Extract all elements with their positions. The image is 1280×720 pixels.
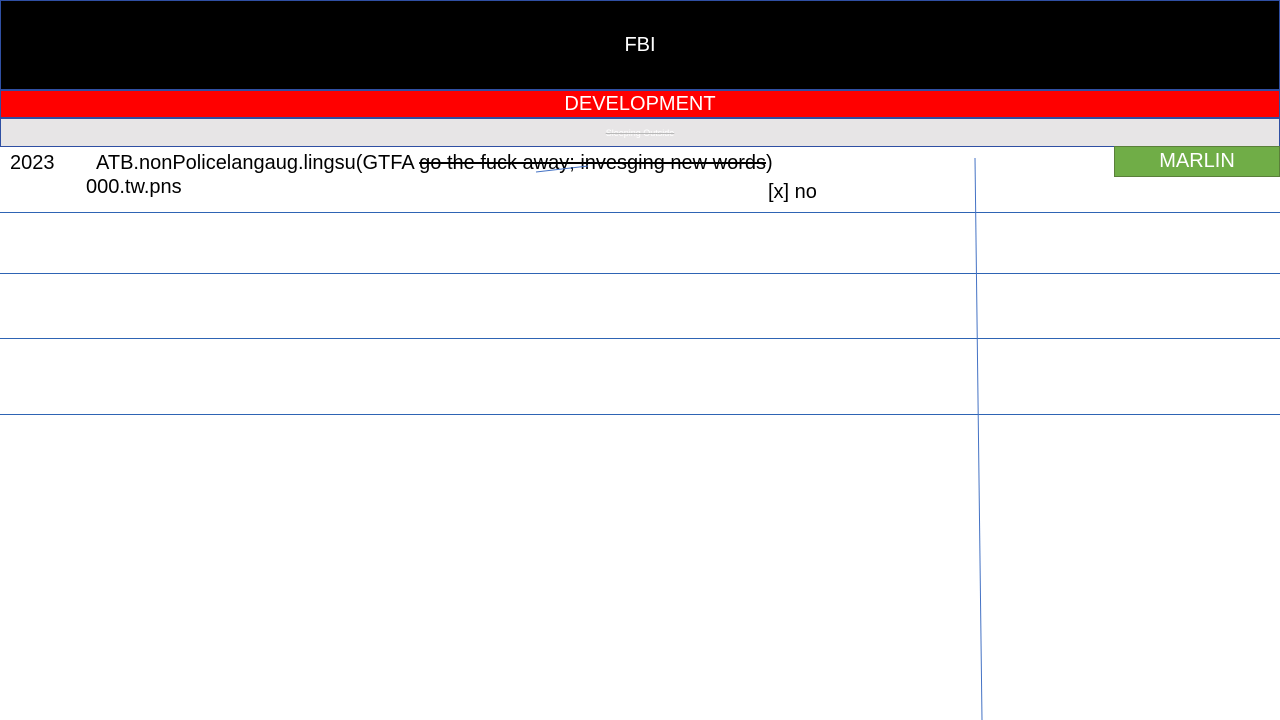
column-divider (974, 157, 983, 720)
rule-overlay (535, 157, 983, 720)
annotation-stroke (535, 165, 589, 173)
slide: FBI DEVELOPMENT Sleeping Outside MARLIN … (0, 0, 1280, 720)
